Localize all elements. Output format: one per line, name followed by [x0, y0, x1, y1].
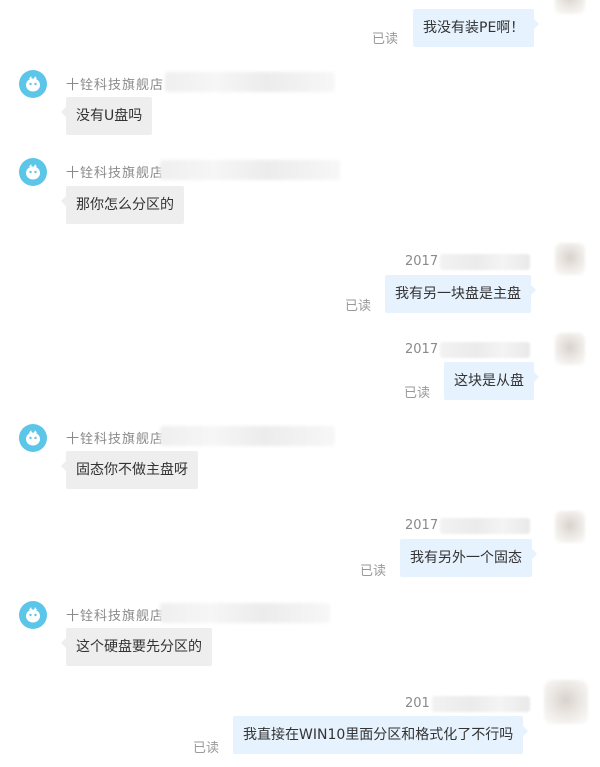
sender-name: 十铨科技旗舰店 [66, 166, 165, 181]
shop-avatar[interactable] [19, 158, 47, 186]
message-timestamp: 2017 [405, 254, 439, 269]
shop-logo-icon [26, 76, 40, 92]
shop-avatar[interactable] [19, 601, 47, 629]
shop-logo-icon [26, 164, 40, 180]
sender-name: 十铨科技旗舰店 [66, 609, 165, 624]
message-bubble[interactable]: 我没有装PE啊！ [413, 9, 540, 47]
shop-logo-icon [26, 607, 40, 623]
user-avatar[interactable] [544, 680, 588, 724]
redacted-timestamp [432, 696, 530, 712]
read-status: 已读 [404, 386, 431, 401]
message-bubble[interactable]: 这个硬盘要先分区的 [61, 628, 212, 666]
message-bubble[interactable]: 没有U盘吗 [60, 97, 153, 135]
message-bubble[interactable]: 我有另一块盘是主盘 [385, 275, 536, 313]
user-avatar[interactable] [555, 511, 585, 543]
read-status: 已读 [193, 741, 220, 756]
message-timestamp: 2017 [405, 342, 439, 357]
message-bubble[interactable]: 我有另外一个固态 [400, 539, 537, 577]
user-avatar[interactable] [555, 0, 585, 14]
redacted-timestamp [440, 518, 530, 534]
user-avatar[interactable] [555, 243, 585, 275]
redacted-timestamp [160, 160, 340, 180]
sender-name: 十铨科技旗舰店 [66, 432, 165, 447]
shop-logo-icon [26, 430, 40, 446]
redacted-timestamp [165, 72, 335, 92]
shop-avatar[interactable] [19, 424, 47, 452]
read-status: 已读 [360, 564, 387, 579]
read-status: 已读 [345, 299, 372, 314]
redacted-timestamp [440, 342, 530, 358]
sender-name: 十铨科技旗舰店 [66, 78, 165, 93]
redacted-timestamp [440, 254, 530, 270]
read-status: 已读 [372, 32, 399, 47]
message-timestamp: 201 [405, 696, 430, 711]
message-bubble[interactable]: 那你怎么分区的 [61, 186, 184, 224]
redacted-timestamp [160, 426, 335, 446]
user-avatar[interactable] [555, 333, 585, 365]
redacted-timestamp [160, 603, 330, 623]
message-bubble[interactable]: 我直接在WIN10里面分区和格式化了不行吗 [233, 716, 529, 754]
message-bubble[interactable]: 这块是从盘 [444, 362, 539, 400]
message-bubble[interactable]: 固态你不做主盘呀 [61, 451, 198, 489]
message-timestamp: 2017 [405, 518, 439, 533]
shop-avatar[interactable] [19, 70, 47, 98]
